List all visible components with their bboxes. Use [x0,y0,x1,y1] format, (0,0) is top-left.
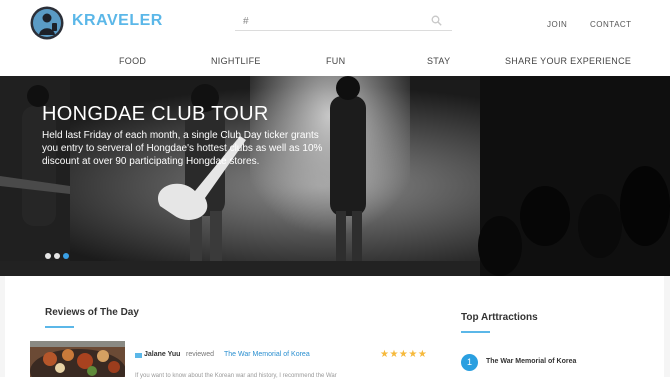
reviewer-name[interactable]: Jalane Yuu [144,351,180,358]
rating-stars: ★★★★★ [380,349,428,360]
nav-item-stay[interactable]: STAY [427,56,450,66]
hero-description: Held last Friday of each month, a single… [42,130,323,167]
carousel-dot-2[interactable] [54,253,60,259]
reviews-heading: Reviews of The Day [45,307,139,318]
top-attractions-heading: Top Arttractions [461,312,538,323]
nav-item-nightlife[interactable]: NIGHTLIFE [211,56,261,66]
search-input[interactable] [243,13,423,29]
hero-title: HONGDAE CLUB TOUR [42,103,269,125]
brand-name[interactable]: KRAVELER [72,12,163,30]
search-bar [235,12,452,31]
country-flag-icon [135,352,142,358]
review-snippet: If you want to know about the Korean war… [135,373,337,379]
reviews-heading-underline [45,326,74,328]
contact-link[interactable]: CONTACT [590,20,632,29]
logo-icon[interactable] [30,6,64,40]
food-image [30,341,125,377]
site-header: KRAVELER JOIN CONTACT FOOD NIGHTLIFE FUN… [0,0,670,76]
carousel-dot-1[interactable] [45,253,51,259]
hero-carousel[interactable]: HONGDAE CLUB TOUR Held last Friday of ea… [0,76,670,276]
reviewed-place-link[interactable]: The War Memorial of Korea [224,351,310,358]
nav-item-fun[interactable]: FUN [326,56,345,66]
nav-item-share-experience[interactable]: SHARE YOUR EXPERIENCE [505,56,631,66]
review-action: reviewed [186,351,215,358]
review-thumbnail[interactable] [30,341,125,377]
search-icon[interactable] [431,15,442,26]
attraction-link[interactable]: The War Memorial of Korea [486,358,576,365]
join-link[interactable]: JOIN [547,20,567,29]
carousel-dot-3-active[interactable] [63,253,69,259]
rank-badge: 1 [461,354,478,371]
nav-item-food[interactable]: FOOD [119,56,146,66]
top-attractions-underline [461,331,490,333]
